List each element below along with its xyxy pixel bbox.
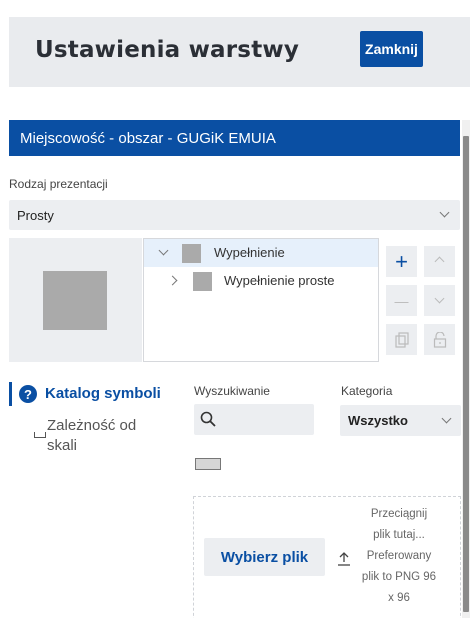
layer-name-bar: Miejscowość - obszar - GUGiK EMUIA — [9, 120, 460, 156]
scrollbar[interactable] — [462, 120, 470, 618]
chevron-down-icon[interactable] — [158, 245, 169, 256]
file-dropzone[interactable]: Wybierz plik Przeciągnij plik tutaj... P… — [193, 496, 461, 618]
presentation-value: Prosty — [17, 207, 54, 223]
category-label: Kategoria — [341, 384, 393, 398]
chevron-down-icon — [441, 413, 452, 424]
tree-item-simple-fill[interactable]: Wypełnienie proste — [144, 267, 378, 295]
dropzone-hint: Przeciągnij plik tutaj... Preferowany pl… — [354, 504, 444, 609]
preview-swatch — [43, 271, 107, 330]
active-tab-indicator — [9, 382, 12, 406]
add-layer-button[interactable]: + — [386, 246, 417, 277]
search-label: Wyszukiwanie — [194, 384, 270, 398]
lock-icon — [433, 331, 446, 348]
layer-name: Miejscowość - obszar - GUGiK EMUIA — [20, 129, 276, 147]
fill-swatch — [182, 244, 201, 263]
choose-file-button[interactable]: Wybierz plik — [204, 538, 325, 576]
minus-icon: — — [394, 292, 409, 309]
symbol-result-swatch[interactable] — [195, 458, 221, 470]
hint-line: Preferowany — [366, 550, 432, 562]
tab-symbol-catalog[interactable]: Katalog symboli — [45, 385, 161, 402]
move-down-button[interactable] — [424, 285, 455, 316]
chevron-down-icon — [439, 207, 450, 218]
settings-scroll-area: Miejscowość - obszar - GUGiK EMUIA Rodza… — [0, 120, 470, 618]
tree-item-label: Wypełnienie proste — [224, 273, 335, 288]
dialog-title: Ustawienia warstwy — [35, 37, 300, 63]
chevron-down-icon — [434, 293, 445, 304]
hint-line: x 96 — [388, 592, 410, 604]
tab-label-line: Zależność od — [47, 417, 137, 434]
remove-layer-button[interactable]: — — [386, 285, 417, 316]
hint-line: plik to PNG 96 — [361, 571, 437, 583]
dialog-header: Ustawienia warstwy Zamknij — [9, 17, 470, 87]
move-up-button[interactable] — [424, 246, 455, 277]
symbol-preview — [9, 238, 142, 362]
hint-line: plik tutaj... — [373, 529, 425, 541]
category-value: Wszystko — [348, 413, 408, 428]
tree-item-label: Wypełnienie — [214, 245, 285, 260]
presentation-label: Rodzaj prezentacji — [9, 177, 108, 191]
tab-scale-dependency[interactable]: Zależność od skali — [47, 416, 167, 456]
close-button[interactable]: Zamknij — [360, 31, 423, 67]
scale-icon — [34, 432, 46, 438]
search-input[interactable] — [194, 404, 314, 435]
scroll-thumb[interactable] — [463, 136, 469, 612]
lock-layer-button[interactable] — [424, 324, 455, 355]
category-select[interactable]: Wszystko — [340, 405, 461, 436]
duplicate-layer-button[interactable] — [386, 324, 417, 355]
upload-icon — [338, 552, 350, 566]
copy-icon — [394, 331, 409, 348]
tab-label-line: skali — [47, 437, 78, 454]
hint-line: Przeciągnij — [370, 508, 428, 520]
symbol-layer-tree: Wypełnienie Wypełnienie proste — [143, 238, 379, 362]
chevron-up-icon — [434, 256, 445, 267]
presentation-select[interactable]: Prosty — [9, 200, 460, 230]
plus-icon: + — [395, 248, 408, 274]
tree-item-fill[interactable]: Wypełnienie — [144, 239, 378, 267]
chevron-right-icon[interactable] — [167, 275, 178, 286]
help-icon: ? — [19, 385, 37, 403]
search-icon — [200, 411, 216, 427]
simple-fill-swatch — [193, 272, 212, 291]
